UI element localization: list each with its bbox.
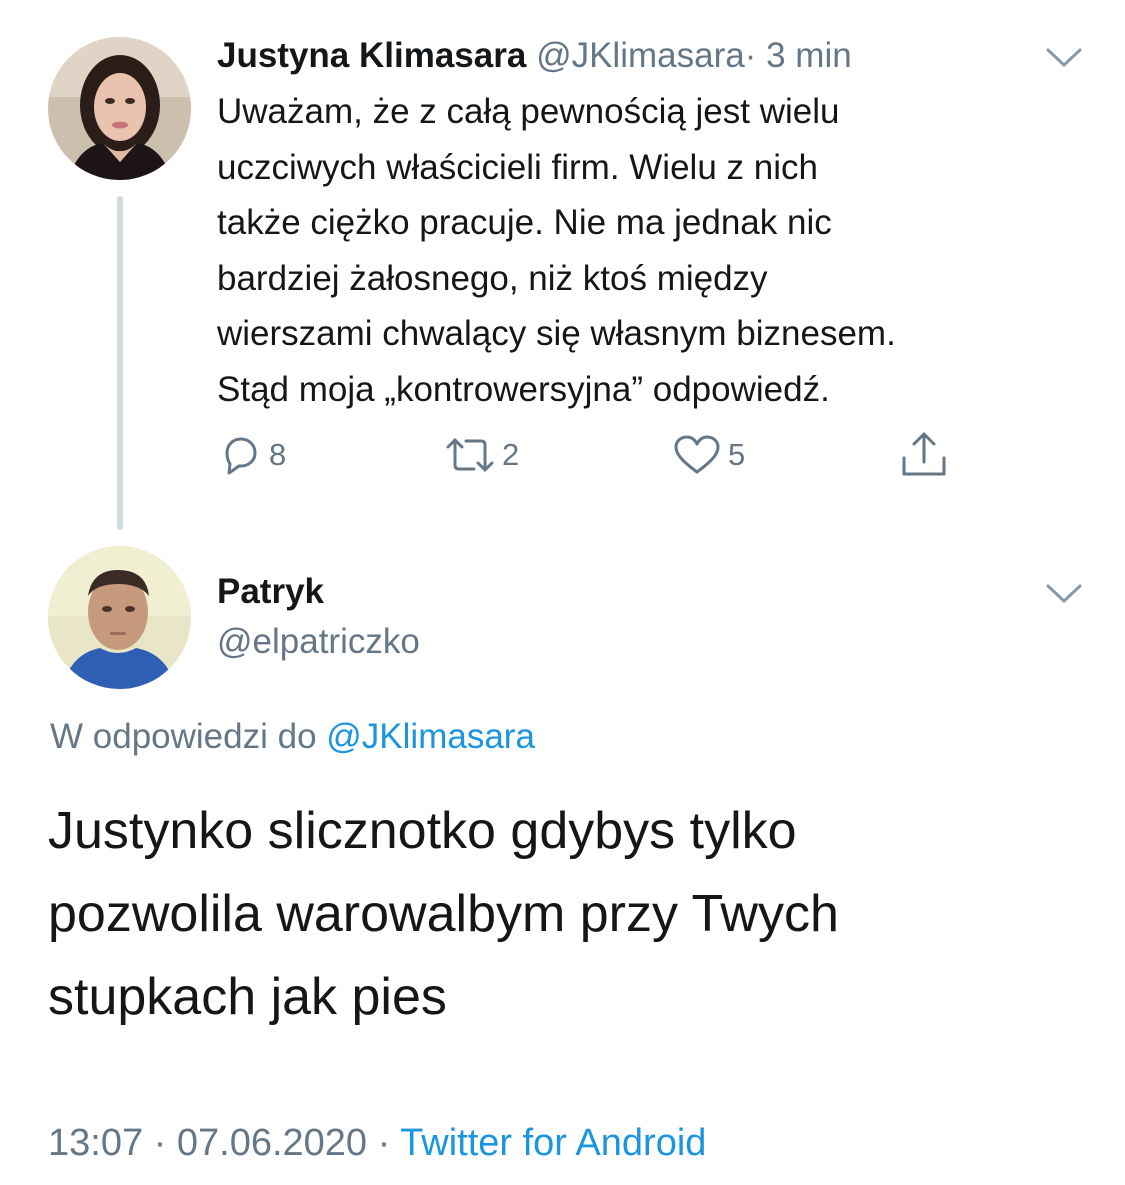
avatar-justyna[interactable]: [48, 37, 191, 180]
text-line: stupkach jak pies: [48, 968, 447, 1026]
chevron-down-icon: [1046, 584, 1082, 603]
text-line: Uważam, że z całą pewnością jest wielu: [217, 92, 840, 131]
text-line: także ciężko pracuje. Nie ma jednak nic: [217, 203, 832, 242]
footer-separator: ·: [153, 1122, 167, 1164]
text-line: Justynko slicznotko gdybys tylko: [48, 802, 797, 860]
main-tweet-menu-button[interactable]: [1044, 580, 1084, 608]
chevron-down-icon: [1046, 48, 1082, 67]
retweet-button[interactable]: 2: [444, 428, 519, 482]
retweet-icon: [446, 438, 494, 472]
meta-separator: ·: [744, 36, 757, 75]
footer-separator: ·: [377, 1122, 391, 1164]
author-name[interactable]: Patryk: [217, 569, 324, 615]
heart-icon: [674, 435, 720, 474]
text-line: bardziej żałosnego, niż ktoś między: [217, 258, 768, 298]
tweet-source-link[interactable]: Twitter for Android: [400, 1122, 706, 1164]
tweet-timestamp: 13:07: [48, 1122, 144, 1164]
main-tweet-text: Justynko slicznotko gdybys tylko pozwoli…: [48, 790, 1088, 1039]
reply-count: 8: [269, 437, 287, 472]
tweet-date: 07.06.2020: [176, 1122, 368, 1164]
share-icon: [902, 432, 946, 476]
reply-prefix: W odpowiedzi do: [50, 717, 317, 756]
text-line: pozwolila warowalbym przy Twych: [48, 885, 839, 943]
share-button[interactable]: [898, 428, 950, 482]
author-name[interactable]: Justyna Klimasara: [217, 36, 526, 75]
reply-to-handle-link[interactable]: @JKlimasara: [326, 717, 535, 756]
author-handle[interactable]: @JKlimasara: [536, 36, 745, 75]
parent-tweet-menu-button[interactable]: [1044, 44, 1084, 72]
reply-context: W odpowiedzi do @JKlimasara: [50, 714, 535, 760]
like-count: 5: [728, 437, 746, 472]
text-line: Stąd moja „kontrowersyjna” odpowiedź.: [217, 369, 830, 409]
tweet-footer: 13:07 · 07.06.2020 · Twitter for Android: [48, 1117, 706, 1169]
reply-button[interactable]: 8: [217, 428, 286, 482]
avatar-patryk[interactable]: [48, 546, 191, 689]
reply-icon: [225, 437, 257, 475]
text-line: wierszami chwalący się własnym biznesem.: [217, 314, 896, 353]
tweet-time[interactable]: 3 min: [766, 36, 852, 75]
parent-tweet-text: Uważam, że z całą pewnością jest wielu u…: [217, 84, 1077, 417]
author-handle[interactable]: @elpatriczko: [217, 619, 420, 665]
like-button[interactable]: 5: [672, 428, 745, 482]
thread-connector-line: [117, 196, 123, 530]
retweet-count: 2: [502, 437, 520, 472]
text-line: uczciwych właścicieli firm. Wielu z nich: [217, 147, 818, 187]
parent-tweet-header: Justyna Klimasara @JKlimasara· 3 min: [217, 32, 852, 80]
